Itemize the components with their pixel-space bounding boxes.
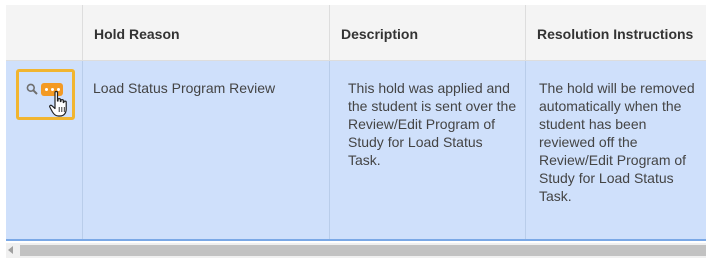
scrollbar-thumb[interactable] bbox=[20, 245, 706, 256]
grid-header-row: Hold Reason Description Resolution Instr… bbox=[6, 5, 706, 61]
column-header-description[interactable]: Description bbox=[330, 5, 526, 60]
horizontal-scrollbar[interactable] bbox=[6, 243, 706, 258]
row-actions-cell bbox=[6, 61, 83, 239]
column-header-description-label: Description bbox=[341, 26, 419, 42]
column-header-resolution-instructions[interactable]: Resolution Instructions bbox=[526, 5, 706, 60]
resolution-instructions-cell: The hold will be removed automatically w… bbox=[526, 61, 706, 239]
table-row[interactable]: Load Status Program Review This hold was… bbox=[6, 61, 706, 241]
resolution-instructions-text: The hold will be removed automatically w… bbox=[539, 80, 695, 204]
hold-reason-text: Load Status Program Review bbox=[93, 80, 276, 96]
description-text: This hold was applied and the student is… bbox=[348, 80, 517, 168]
description-cell: This hold was applied and the student is… bbox=[330, 61, 526, 239]
column-header-resolution-instructions-label: Resolution Instructions bbox=[537, 26, 694, 42]
column-header-hold-reason-label: Hold Reason bbox=[94, 26, 180, 42]
column-header-actions bbox=[6, 5, 83, 60]
hand-pointer-cursor-icon bbox=[49, 90, 67, 117]
hold-reason-cell: Load Status Program Review bbox=[83, 61, 330, 239]
holds-grid: Hold Reason Description Resolution Instr… bbox=[6, 5, 706, 258]
scroll-left-arrow-icon[interactable] bbox=[8, 246, 13, 254]
column-header-hold-reason[interactable]: Hold Reason bbox=[83, 5, 330, 60]
